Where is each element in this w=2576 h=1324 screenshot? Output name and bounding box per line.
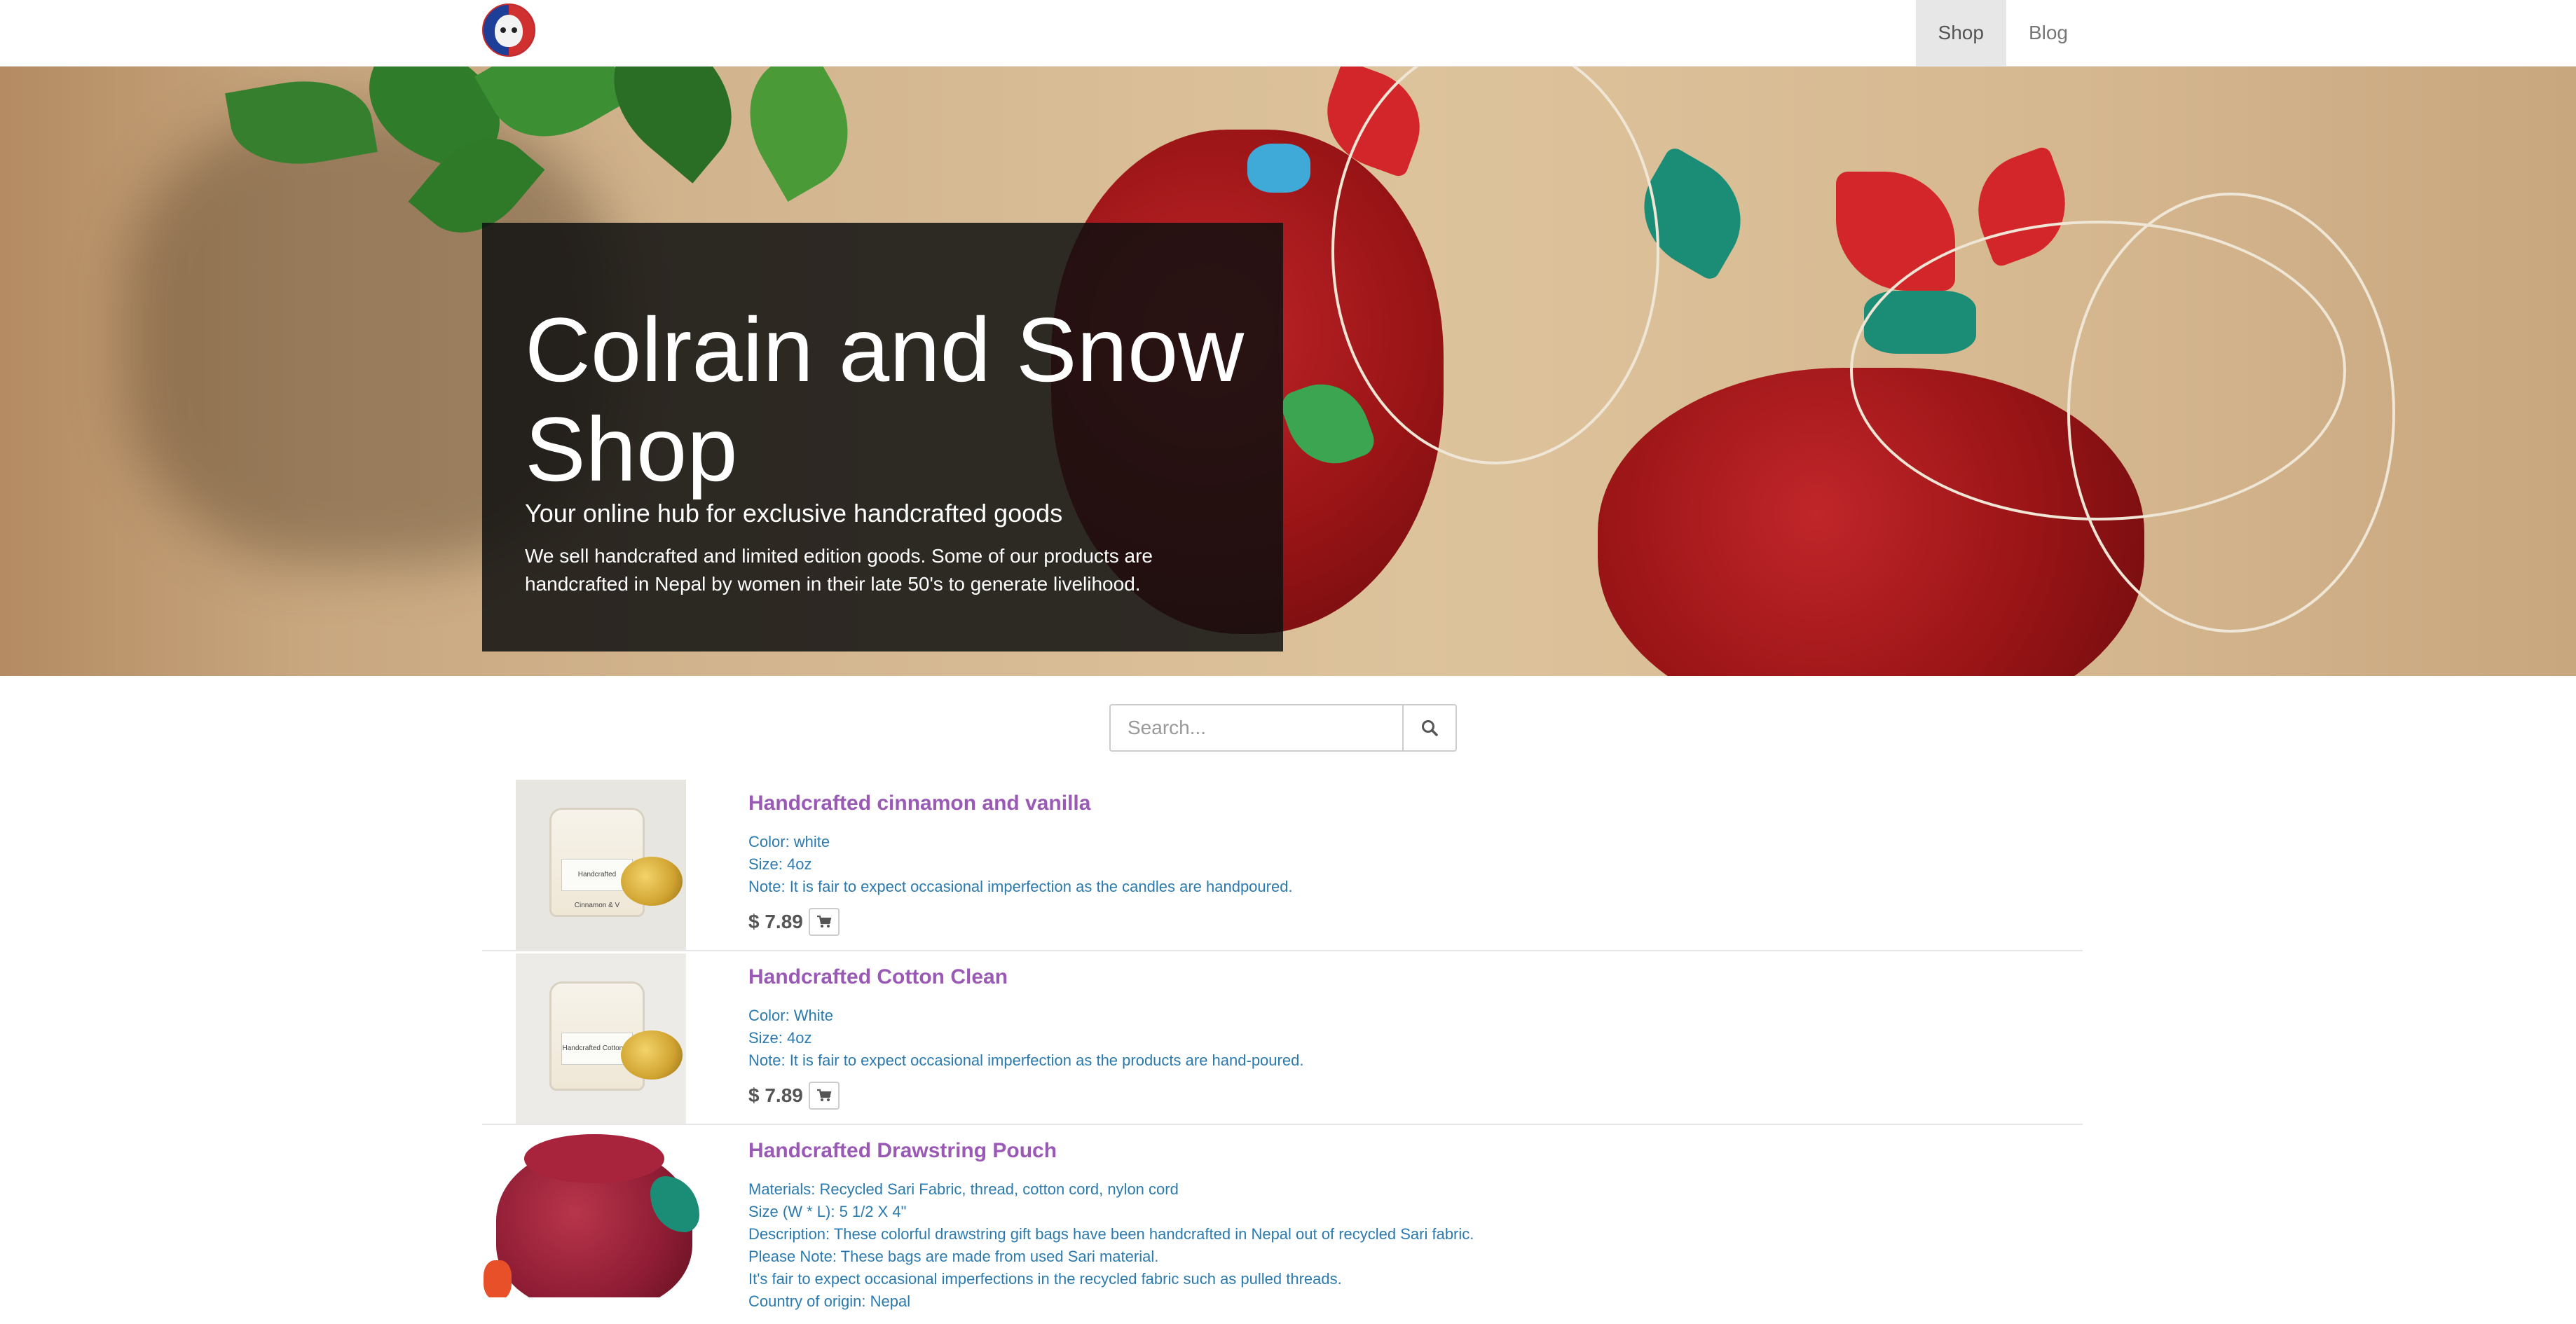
logo-eye [500,27,506,33]
hero-title: Colrain and Snow Shop [525,298,1245,500]
product-detail: Materials: Recycled Sari Fabric, thread,… [748,1180,1179,1198]
product-detail: Size: 4oz [748,1029,812,1047]
pouch-tassel [484,1260,512,1297]
product-detail: Color: White [748,1007,834,1024]
candle-lid [621,857,683,906]
product-name[interactable]: Handcrafted Cotton Clean [748,965,1303,989]
logo-eye [512,27,517,33]
product-image[interactable]: Handcrafted Cotton Cl [516,953,686,1124]
product-detail: Description: These colorful drawstring g… [748,1225,1474,1243]
pouch-ruffle [524,1134,664,1183]
product-name[interactable]: Handcrafted cinnamon and vanilla [748,792,1293,815]
candle-lid [621,1030,683,1080]
search-icon [1422,720,1438,736]
cart-icon [816,915,832,928]
product-image[interactable] [482,1127,706,1297]
product-info: Handcrafted cinnamon and vanilla Color: … [748,792,1293,936]
nav-blog-link[interactable]: Blog [2006,0,2090,66]
search-form [1109,704,1457,752]
nav-links: Shop Blog [1915,0,2090,66]
plant-leaf [725,67,873,202]
product-price: $ 7.89 [748,911,803,932]
product-row: Handcrafted Drawstring Pouch Materials: … [482,1125,2083,1310]
hero-subtitle: Your online hub for exclusive handcrafte… [525,499,1063,527]
cart-icon [816,1089,832,1101]
product-detail: Size (W * L): 5 1/2 X 4" [748,1203,907,1220]
logo[interactable] [482,4,535,57]
search-input[interactable] [1109,704,1402,752]
product-detail: Color: white [748,833,830,850]
product-info: Handcrafted Drawstring Pouch Materials: … [748,1139,1474,1313]
hero-text-panel: Colrain and Snow Shop Your online hub fo… [482,223,1283,651]
product-name[interactable]: Handcrafted Drawstring Pouch [748,1139,1474,1163]
search-button[interactable] [1402,704,1457,752]
product-detail: Note: It is fair to expect occasional im… [748,878,1293,895]
product-detail: Note: It is fair to expect occasional im… [748,1051,1304,1069]
product-row: Handcrafted Cinnamon & V Handcrafted cin… [482,778,2083,951]
hero-banner: Colrain and Snow Shop Your online hub fo… [0,67,2576,676]
product-detail: Size: 4oz [748,855,812,873]
product-detail: Please Note: These bags are made from us… [748,1248,1159,1265]
product-row: Handcrafted Cotton Cl Handcrafted Cotton… [482,951,2083,1125]
navbar: Shop Blog [0,0,2576,67]
hero-description: We sell handcrafted and limited edition … [525,545,1153,595]
nav-shop-link[interactable]: Shop [1915,0,2006,66]
price-row: $ 7.89 [748,908,1293,936]
pouch-string [2067,193,2395,633]
product-price: $ 7.89 [748,1084,803,1106]
product-list: Handcrafted Cinnamon & V Handcrafted cin… [482,778,2083,1310]
product-image[interactable]: Handcrafted Cinnamon & V [516,780,686,950]
pouch-flap [1247,144,1310,193]
product-info: Handcrafted Cotton Clean Color: White Si… [748,965,1303,1110]
add-to-cart-button[interactable] [808,908,840,936]
product-detail: Country of origin: Nepal [748,1292,911,1310]
add-to-cart-button[interactable] [808,1082,840,1110]
logo-skull-icon [495,15,523,47]
price-row: $ 7.89 [748,1082,1303,1110]
product-detail: It's fair to expect occasional imperfect… [748,1270,1342,1288]
